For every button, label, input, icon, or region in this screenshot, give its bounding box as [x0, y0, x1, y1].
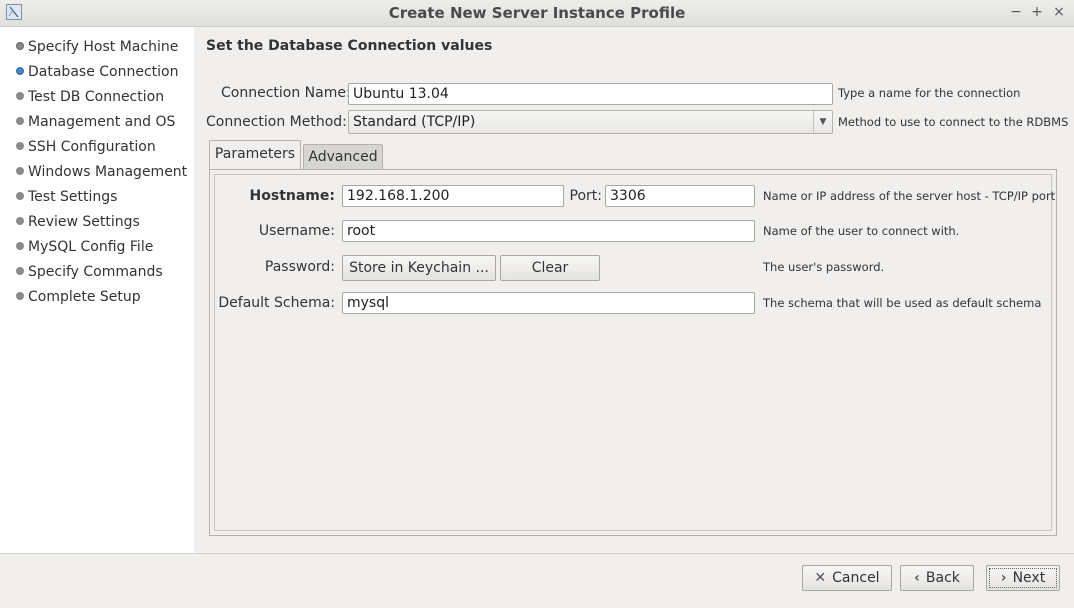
dialog-footer: ✕ Cancel ‹ Back › Next — [0, 553, 1074, 608]
connection-method-label: Connection Method: — [206, 114, 347, 130]
maximize-icon[interactable]: + — [1029, 4, 1045, 20]
username-input[interactable] — [342, 220, 755, 242]
step-pending-icon — [16, 242, 24, 250]
window-title: Create New Server Instance Profile — [388, 4, 686, 22]
username-label: Username: — [258, 223, 335, 239]
step-label: Specify Commands — [28, 264, 163, 280]
connection-method-select[interactable]: Standard (TCP/IP) ▼ — [348, 110, 833, 134]
back-label: Back — [925, 570, 960, 586]
section-heading: Set the Database Connection values — [206, 38, 493, 54]
chevron-right-icon: › — [1000, 570, 1007, 586]
step-pending-icon — [16, 217, 24, 225]
cancel-label: Cancel — [832, 570, 880, 586]
tab-parameters[interactable]: Parameters — [209, 140, 301, 169]
tab-advanced[interactable]: Advanced — [303, 144, 383, 169]
connection-name-input[interactable] — [348, 83, 833, 105]
connection-method-value: Standard (TCP/IP) — [353, 114, 476, 130]
connection-name-label: Connection Name: — [221, 85, 351, 101]
port-label: Port: — [569, 188, 602, 204]
step-label: Test Settings — [28, 189, 118, 205]
password-label: Password: — [264, 259, 335, 275]
step-database-connection: Database Connection — [16, 62, 178, 82]
step-current-icon — [16, 67, 24, 75]
step-test-settings: Test Settings — [16, 187, 117, 207]
step-pending-icon — [16, 142, 24, 150]
step-windows-management: Windows Management — [16, 162, 187, 182]
back-button[interactable]: ‹ Back — [900, 565, 974, 591]
main-content: Set the Database Connection values Conne… — [194, 27, 1074, 553]
step-review-settings: Review Settings — [16, 212, 140, 232]
minimize-icon[interactable]: − — [1008, 4, 1024, 20]
username-hint: Name of the user to connect with. — [763, 224, 960, 238]
hostname-label: Hostname: — [249, 188, 335, 204]
step-done-icon — [16, 42, 24, 50]
step-ssh-configuration: SSH Configuration — [16, 137, 156, 157]
store-in-keychain-button[interactable]: Store in Keychain ... — [342, 255, 496, 281]
hostname-hint: Name or IP address of the server host - … — [763, 189, 1056, 203]
step-specify-commands: Specify Commands — [16, 262, 163, 282]
step-label: SSH Configuration — [28, 139, 156, 155]
dialog-window: Create New Server Instance Profile − + ×… — [0, 0, 1074, 608]
port-input[interactable] — [605, 185, 755, 207]
close-icon: ✕ — [814, 570, 827, 586]
clear-password-button[interactable]: Clear — [500, 255, 600, 281]
step-specify-host-machine: Specify Host Machine — [16, 37, 178, 57]
step-pending-icon — [16, 117, 24, 125]
step-label: Windows Management — [28, 164, 188, 180]
step-test-db-connection: Test DB Connection — [16, 87, 164, 107]
step-pending-icon — [16, 192, 24, 200]
step-pending-icon — [16, 292, 24, 300]
step-pending-icon — [16, 92, 24, 100]
step-label: Test DB Connection — [28, 89, 165, 105]
step-label: MySQL Config File — [28, 239, 154, 255]
step-pending-icon — [16, 267, 24, 275]
close-icon[interactable]: × — [1051, 4, 1067, 20]
cancel-button[interactable]: ✕ Cancel — [802, 565, 892, 591]
step-complete-setup: Complete Setup — [16, 287, 141, 307]
chevron-down-icon[interactable]: ▼ — [813, 111, 832, 133]
title-bar[interactable]: Create New Server Instance Profile − + × — [0, 0, 1074, 27]
step-label: Database Connection — [28, 64, 179, 80]
default-schema-label: Default Schema: — [218, 295, 335, 311]
default-schema-input[interactable] — [342, 292, 755, 314]
chevron-left-icon: ‹ — [914, 570, 920, 586]
step-management-and-os: Management and OS — [16, 112, 175, 132]
connection-name-hint: Type a name for the connection — [838, 86, 1021, 100]
next-label: Next — [1012, 570, 1046, 586]
password-hint: The user's password. — [763, 260, 885, 274]
default-schema-hint: The schema that will be used as default … — [763, 296, 1042, 310]
step-label: Review Settings — [28, 214, 140, 230]
step-label: Complete Setup — [28, 289, 141, 305]
connection-method-hint: Method to use to connect to the RDBMS — [838, 115, 1069, 129]
step-label: Management and OS — [28, 114, 176, 130]
step-pending-icon — [16, 167, 24, 175]
hostname-input[interactable] — [342, 185, 564, 207]
step-mysql-config-file: MySQL Config File — [16, 237, 153, 257]
wizard-steps-sidebar: Specify Host Machine Database Connection… — [0, 27, 194, 553]
next-button[interactable]: › Next — [986, 565, 1060, 591]
step-label: Specify Host Machine — [28, 39, 179, 55]
